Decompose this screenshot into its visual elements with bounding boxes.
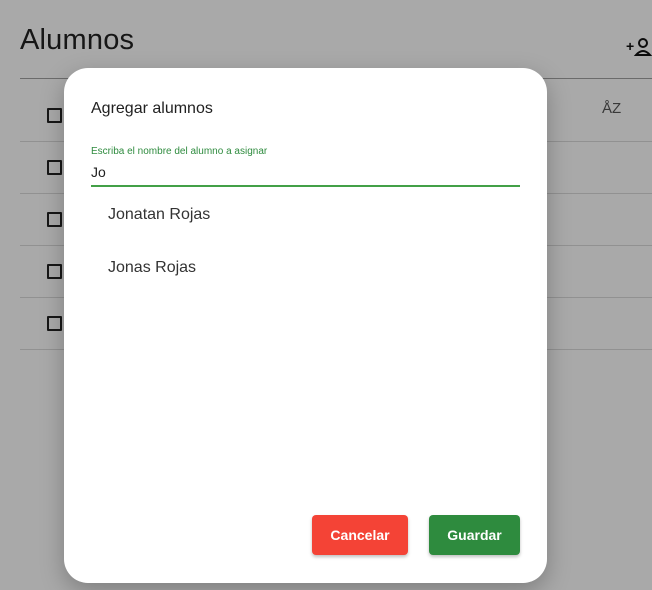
student-search-input[interactable] — [91, 160, 520, 184]
student-search-label: Escriba el nombre del alumno a asignar — [91, 146, 268, 157]
add-students-dialog: Agregar alumnos Escriba el nombre del al… — [64, 68, 547, 583]
student-search-underline — [91, 185, 520, 187]
cancel-button[interactable]: Cancelar — [312, 515, 408, 555]
autocomplete-option[interactable]: Jonatan Rojas — [108, 206, 210, 224]
dialog-title: Agregar alumnos — [91, 100, 213, 117]
save-button[interactable]: Guardar — [429, 515, 520, 555]
autocomplete-option[interactable]: Jonas Rojas — [108, 259, 196, 277]
